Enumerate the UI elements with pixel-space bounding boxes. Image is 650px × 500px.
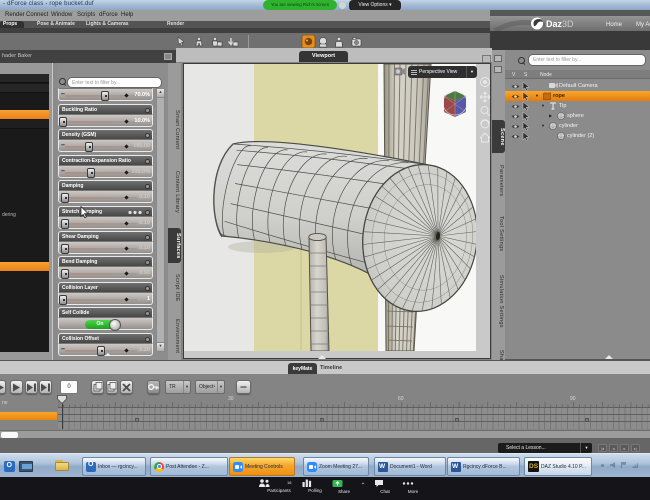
svg-text:Home: Home <box>606 22 623 28</box>
svg-text:Daz3D: Daz3D <box>546 19 574 29</box>
svg-text:My Ac: My Ac <box>636 22 650 28</box>
